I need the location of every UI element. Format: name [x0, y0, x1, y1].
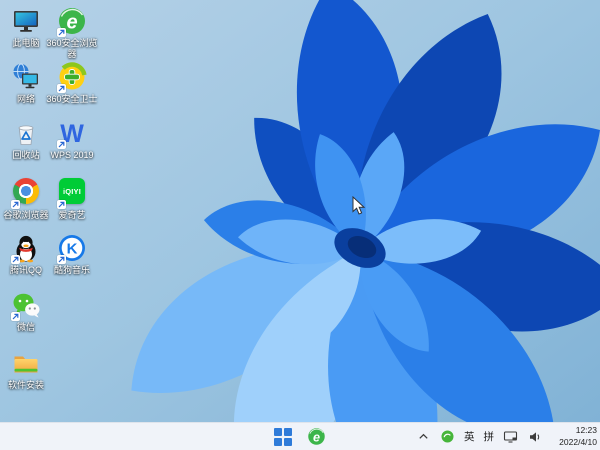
taskbar-360-browser-button[interactable]: e [307, 427, 326, 446]
icon-label: 360安全卫士 [46, 94, 98, 104]
desktop-icon-recycle-bin[interactable]: 回收站 [0, 118, 52, 161]
shortcut-arrow-icon [57, 200, 66, 209]
360-tray-icon[interactable] [440, 429, 455, 444]
desktop-icon-iqiyi[interactable]: iQIYI 爱奇艺 [46, 176, 98, 221]
icon-label: 微信 [16, 322, 35, 332]
svg-text:e: e [66, 12, 77, 34]
volume-icon[interactable] [527, 429, 542, 444]
icon-label: 爱奇艺 [58, 210, 86, 220]
shortcut-arrow-icon [11, 312, 20, 321]
shortcut-arrow-icon [11, 255, 20, 264]
icon-label: WPS 2019 [50, 150, 94, 160]
desktop-icon-360-safe-guard[interactable]: 360安全卫士 [46, 62, 98, 105]
tray-date: 2022/4/10 [559, 436, 597, 447]
language-pinyin-indicator[interactable]: 拼 [484, 429, 495, 444]
desktop[interactable]: 此电脑 e 360安全浏览器 网络 360安全卫士 回收站 W WPS 2019… [0, 0, 600, 450]
hidden-icons-chevron[interactable] [416, 429, 431, 444]
icon-label: 软件安装 [7, 380, 44, 390]
folder-icon [14, 356, 38, 373]
360-browser-taskbar-icon: e [308, 428, 325, 445]
desktop-icon-kugou-music[interactable]: K 酷狗音乐 [46, 233, 98, 276]
language-english-indicator[interactable]: 英 [464, 429, 475, 444]
this-pc-icon [14, 11, 38, 32]
desktop-icon-wps-2019[interactable]: W WPS 2019 [46, 118, 98, 161]
desktop-icon-360-secure-browser[interactable]: e 360安全浏览器 [46, 6, 98, 59]
svg-text:e: e [313, 430, 320, 444]
icon-label: 360安全浏览器 [46, 38, 98, 59]
desktop-icon-google-chrome[interactable]: 谷歌浏览器 [0, 176, 52, 221]
icon-label: 此电脑 [12, 38, 40, 48]
start-button[interactable] [274, 428, 292, 446]
icon-label: 网络 [16, 94, 35, 104]
desktop-icon-tencent-qq[interactable]: 腾讯QQ [0, 233, 52, 276]
desktop-icon-software-folder[interactable]: 软件安装 [0, 348, 52, 391]
icon-label: 回收站 [12, 150, 40, 160]
windows-logo-icon [274, 428, 282, 436]
recycle-bin-icon [18, 125, 34, 145]
shortcut-arrow-icon [57, 28, 66, 37]
icon-label: 腾讯QQ [9, 265, 42, 275]
icon-label: 谷歌浏览器 [3, 210, 49, 220]
desktop-icon-wechat[interactable]: 微信 [0, 290, 52, 333]
tray-time: 12:23 [575, 425, 597, 436]
desktop-icon-this-pc[interactable]: 此电脑 [0, 6, 52, 49]
network-icon [13, 63, 38, 89]
display-icon[interactable] [503, 429, 518, 444]
shortcut-arrow-icon [11, 200, 20, 209]
shortcut-arrow-icon [57, 255, 66, 264]
shortcut-arrow-icon [57, 84, 66, 93]
system-tray: 英 拼 12:23 2022/4/10 [416, 423, 597, 450]
icon-label: 酷狗音乐 [53, 265, 90, 275]
taskbar: e 英 拼 12:23 2022/4/10 [0, 422, 600, 450]
svg-text:K: K [67, 241, 78, 258]
desktop-icon-network[interactable]: 网络 [0, 62, 52, 105]
iqiyi-logo-text: iQIYI [62, 186, 82, 196]
shortcut-arrow-icon [57, 140, 66, 149]
clock[interactable]: 12:23 2022/4/10 [551, 425, 597, 447]
